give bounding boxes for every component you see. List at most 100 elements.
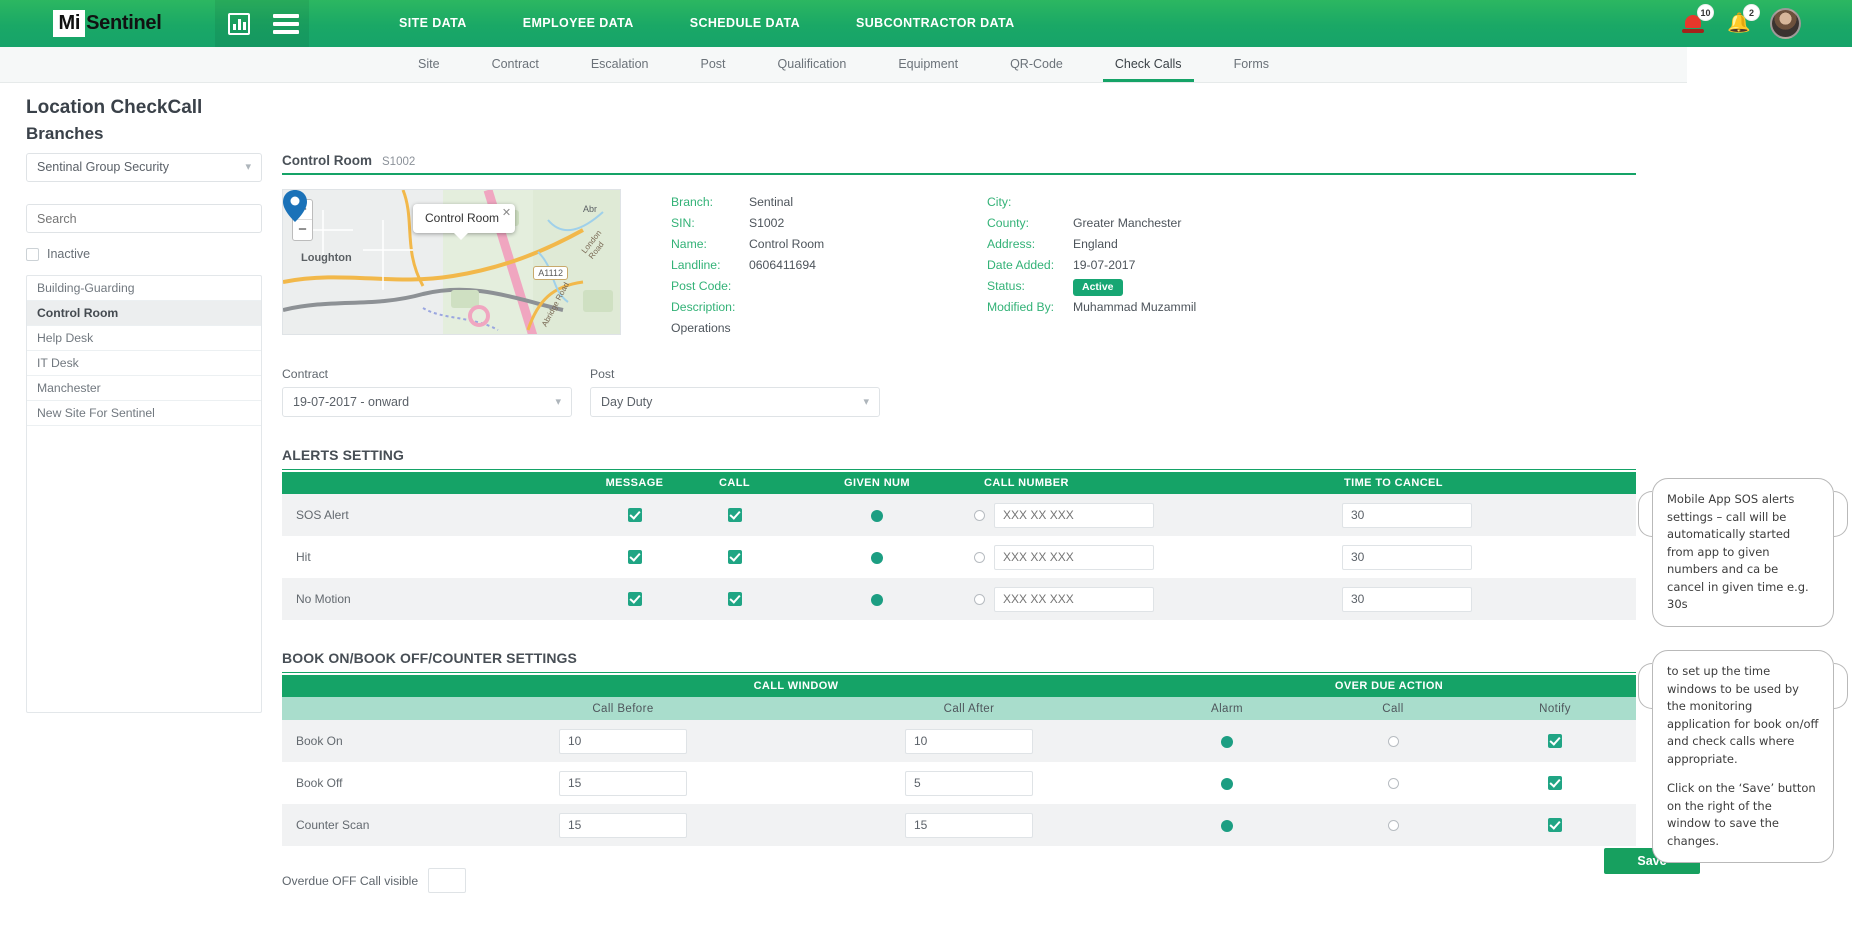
bookon-call-after-cell[interactable] xyxy=(796,804,1143,846)
tab-post[interactable]: Post xyxy=(675,47,752,82)
alerts-call-number-cell[interactable] xyxy=(972,578,1332,620)
branch-group-select[interactable]: Sentinal Group Security ▾ xyxy=(26,153,262,182)
bookon-call-after-cell[interactable] xyxy=(796,762,1143,804)
message-checkbox[interactable] xyxy=(627,592,642,607)
alerts-message-cell[interactable] xyxy=(582,494,687,536)
bookon-call-before-cell[interactable] xyxy=(450,762,796,804)
alerts-message-cell[interactable] xyxy=(582,578,687,620)
bookon-call-cell[interactable] xyxy=(1312,804,1475,846)
bookon-notify-cell[interactable] xyxy=(1474,720,1637,762)
bookon-alarm-cell[interactable] xyxy=(1142,804,1313,846)
nav-employee-data[interactable]: EMPLOYEE DATA xyxy=(495,0,662,47)
bookon-call-before-cell[interactable] xyxy=(450,720,796,762)
call-after-input[interactable] xyxy=(905,812,1033,838)
alerts-message-cell[interactable] xyxy=(582,536,687,578)
call-radio[interactable] xyxy=(1387,778,1399,790)
list-item[interactable]: New Site For Sentinel xyxy=(27,401,261,426)
list-item-selected[interactable]: Control Room xyxy=(27,301,261,326)
notify-checkbox[interactable] xyxy=(1548,776,1563,791)
message-checkbox[interactable] xyxy=(627,550,642,565)
bookon-call-cell[interactable] xyxy=(1312,720,1475,762)
alerts-call-cell[interactable] xyxy=(687,578,782,620)
bookon-alarm-cell[interactable] xyxy=(1142,720,1313,762)
alarm-radio[interactable] xyxy=(1221,777,1234,790)
call-after-input[interactable] xyxy=(905,728,1033,754)
alerts-given-num-cell[interactable] xyxy=(782,578,972,620)
nav-subcontractor-data[interactable]: SUBCONTRACTOR DATA xyxy=(828,0,1043,47)
call-radio[interactable] xyxy=(1387,736,1399,748)
alerts-given-num-cell[interactable] xyxy=(782,536,972,578)
bookon-alarm-cell[interactable] xyxy=(1142,762,1313,804)
alerts-time-to-cancel-cell[interactable] xyxy=(1332,494,1636,536)
bookon-call-after-cell[interactable] xyxy=(796,720,1143,762)
tab-site[interactable]: Site xyxy=(392,47,466,82)
alerts-time-to-cancel-cell[interactable] xyxy=(1332,536,1636,578)
given-num-radio[interactable] xyxy=(871,593,883,606)
alerts-given-num-cell[interactable] xyxy=(782,494,972,536)
tab-equipment[interactable]: Equipment xyxy=(872,47,984,82)
site-map[interactable]: + − Control Room ✕ A1112 Loughton Abr Lo xyxy=(282,189,621,335)
overdue-off-call-input[interactable] xyxy=(428,868,467,893)
tab-contract[interactable]: Contract xyxy=(466,47,565,82)
bookon-notify-cell[interactable] xyxy=(1474,762,1637,804)
call-radio[interactable] xyxy=(1387,820,1399,832)
tab-qualification[interactable]: Qualification xyxy=(752,47,873,82)
call-checkbox[interactable] xyxy=(727,550,742,565)
list-item[interactable]: Building-Guarding xyxy=(27,276,261,301)
call-number-radio[interactable] xyxy=(974,593,985,605)
dashboard-chart-button[interactable] xyxy=(215,0,262,47)
user-menu-button[interactable] xyxy=(1762,0,1808,47)
notifications-button[interactable]: 🔔 2 xyxy=(1716,0,1762,47)
time-to-cancel-input[interactable] xyxy=(1342,544,1472,570)
inactive-checkbox[interactable] xyxy=(26,247,39,261)
alerts-call-cell[interactable] xyxy=(687,494,782,536)
call-checkbox[interactable] xyxy=(727,508,742,523)
tab-qr-code[interactable]: QR-Code xyxy=(984,47,1089,82)
given-num-radio[interactable] xyxy=(871,551,883,564)
time-to-cancel-input[interactable] xyxy=(1342,502,1472,528)
app-logo[interactable]: Mi Sentinel xyxy=(0,0,215,47)
alarm-button[interactable]: 10 xyxy=(1670,0,1716,47)
given-num-radio[interactable] xyxy=(871,509,883,522)
time-to-cancel-input[interactable] xyxy=(1342,586,1472,612)
alerts-call-number-cell[interactable] xyxy=(972,494,1332,536)
call-before-input[interactable] xyxy=(559,812,687,838)
tab-check-calls[interactable]: Check Calls xyxy=(1089,47,1208,82)
message-checkbox[interactable] xyxy=(627,508,642,523)
bookon-call-cell[interactable] xyxy=(1312,762,1475,804)
call-number-input[interactable] xyxy=(994,586,1154,612)
call-number-input[interactable] xyxy=(994,544,1154,570)
alerts-time-to-cancel-cell[interactable] xyxy=(1332,578,1636,620)
call-number-radio[interactable] xyxy=(974,551,985,563)
list-item[interactable]: Help Desk xyxy=(27,326,261,351)
notify-checkbox[interactable] xyxy=(1548,734,1563,749)
call-checkbox[interactable] xyxy=(727,592,742,607)
tab-escalation[interactable]: Escalation xyxy=(565,47,675,82)
inactive-filter[interactable]: Inactive xyxy=(26,247,262,261)
contract-select[interactable]: 19-07-2017 - onward ▾ xyxy=(282,387,572,417)
call-number-input[interactable] xyxy=(994,502,1154,528)
alarm-radio[interactable] xyxy=(1221,819,1234,832)
nav-schedule-data[interactable]: SCHEDULE DATA xyxy=(662,0,828,47)
bookon-call-before-cell[interactable] xyxy=(450,804,796,846)
alerts-call-cell[interactable] xyxy=(687,536,782,578)
call-before-input[interactable] xyxy=(559,728,687,754)
alerts-call-number-cell[interactable] xyxy=(972,536,1332,578)
close-icon[interactable]: ✕ xyxy=(502,206,511,219)
call-after-input[interactable] xyxy=(905,770,1033,796)
post-select[interactable]: Day Duty ▾ xyxy=(590,387,880,417)
bookon-group-header-row: CALL WINDOW OVER DUE ACTION xyxy=(282,675,1637,697)
call-before-input[interactable] xyxy=(559,770,687,796)
menu-toggle-button[interactable] xyxy=(262,0,309,47)
notify-checkbox[interactable] xyxy=(1548,818,1563,833)
search-input[interactable] xyxy=(26,204,262,233)
bookon-notify-cell[interactable] xyxy=(1474,804,1637,846)
call-number-radio[interactable] xyxy=(974,509,985,521)
list-item[interactable]: IT Desk xyxy=(27,351,261,376)
nav-site-data[interactable]: SITE DATA xyxy=(371,0,495,47)
alarm-radio[interactable] xyxy=(1221,735,1234,748)
map-zoom-out-button[interactable]: − xyxy=(293,220,312,240)
tab-forms[interactable]: Forms xyxy=(1208,47,1295,82)
table-row: SOS Alert xyxy=(282,494,1636,536)
list-item[interactable]: Manchester xyxy=(27,376,261,401)
